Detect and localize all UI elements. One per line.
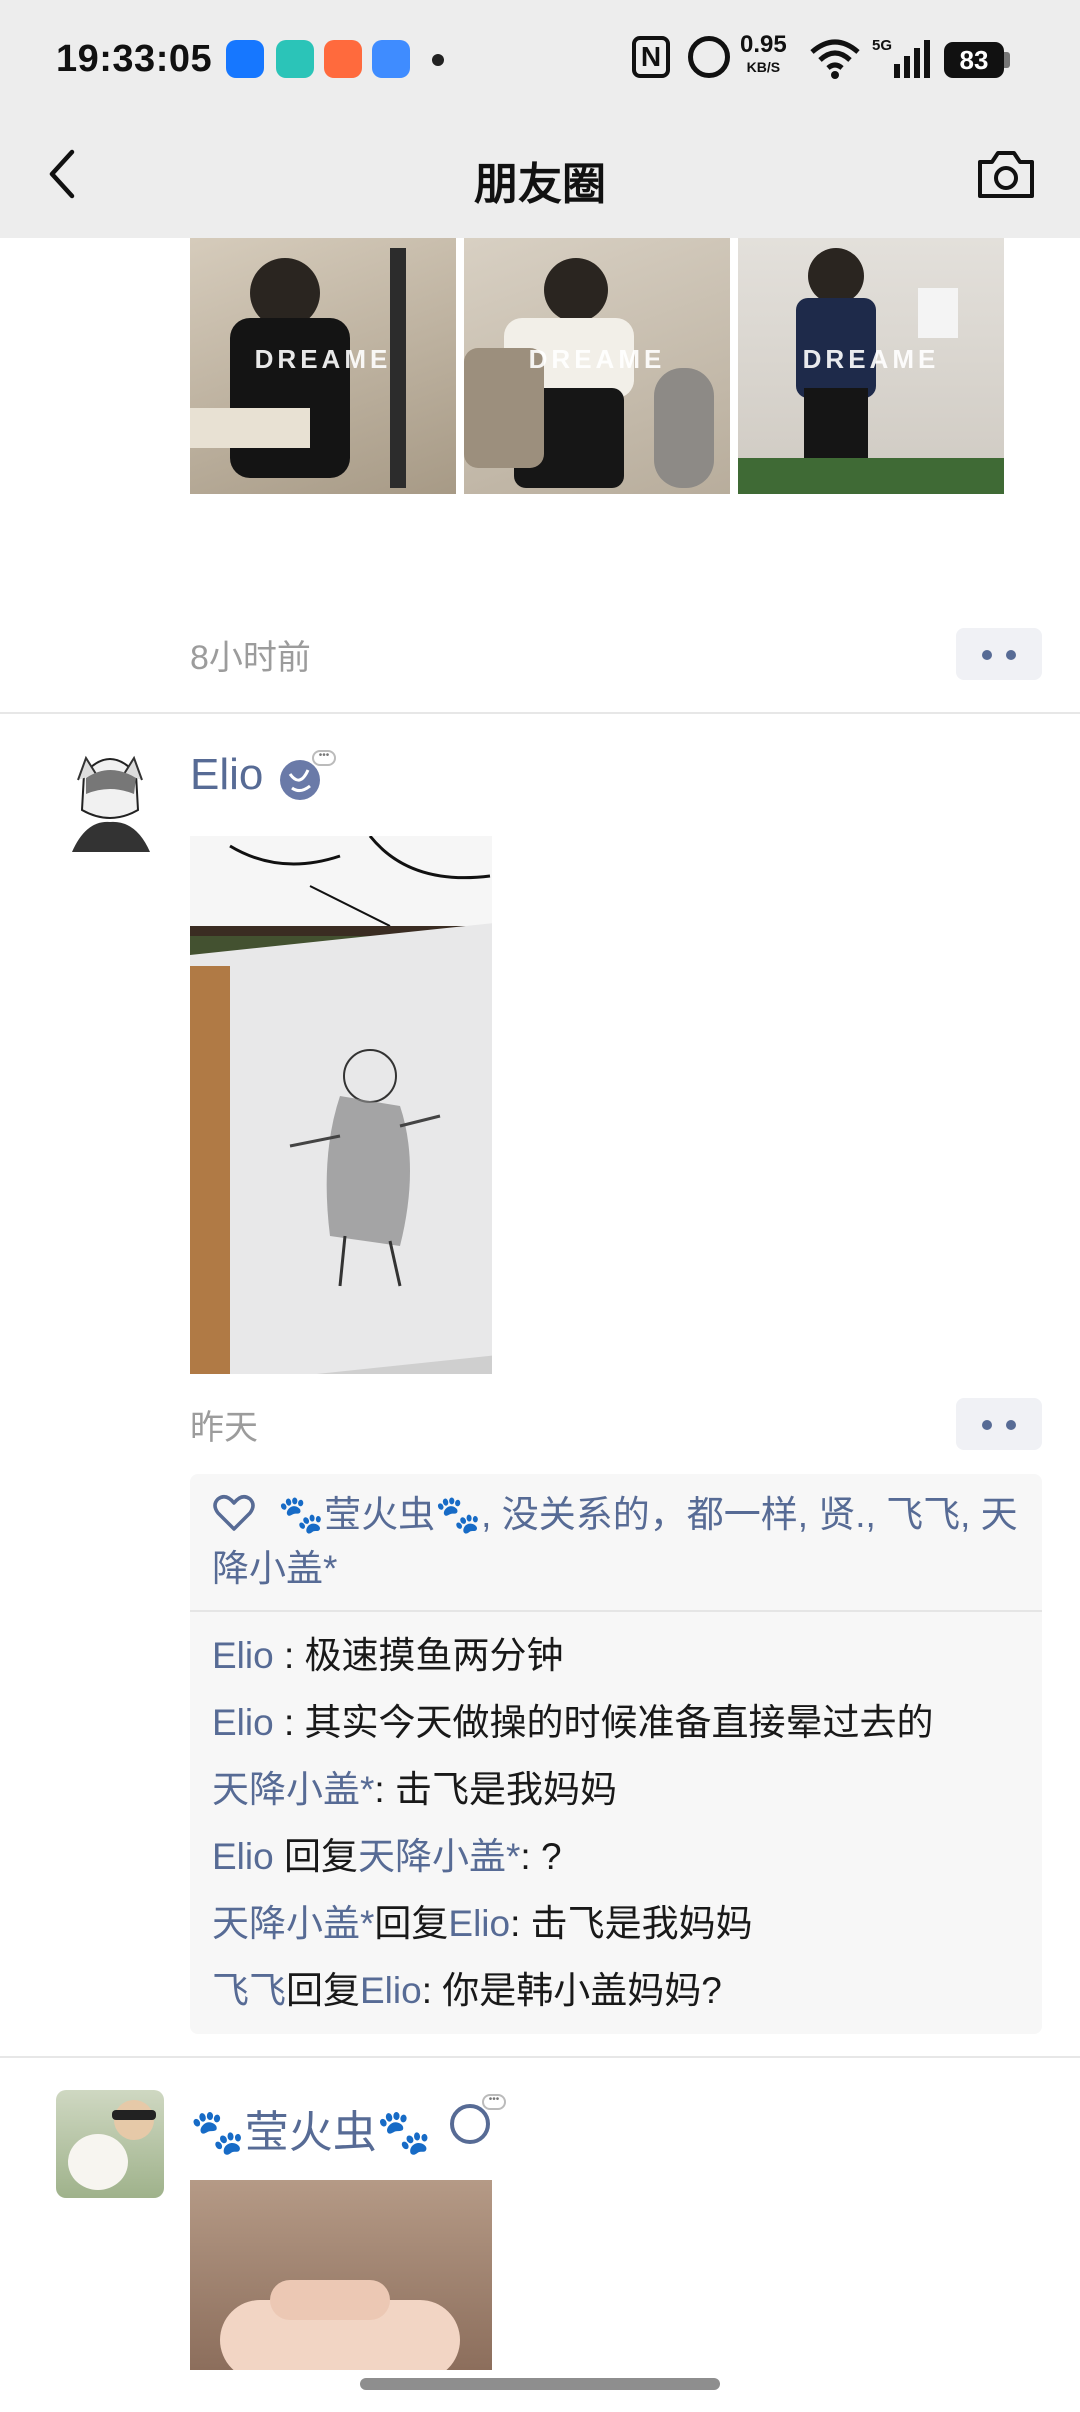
notification-dot <box>432 54 444 66</box>
post-image[interactable] <box>190 836 492 1374</box>
post-nickname[interactable]: Elio <box>190 750 263 800</box>
comment-item[interactable]: 飞飞回复Elio: 你是韩小盖妈妈? <box>212 1957 1020 2024</box>
comment-text: : ? <box>520 1836 562 1877</box>
comment-reply-target[interactable]: 天降小盖* <box>358 1836 520 1877</box>
network-speed-unit: KB/S <box>746 59 781 75</box>
comment-item[interactable]: 天降小盖*回复Elio: 击飞是我妈妈 <box>212 1890 1020 1957</box>
network-speed-value: 0.95 <box>740 31 787 58</box>
comment-reply-word: 回复 <box>374 1903 449 1944</box>
post-image[interactable] <box>190 2180 492 2370</box>
comment-reply-target[interactable]: Elio <box>448 1903 510 1944</box>
battery-icon: 83 <box>944 42 1004 78</box>
likes-row: 🐾莹火虫🐾, 没关系的，都一样, 贤., 飞飞, 天降小盖* <box>190 1474 1042 1612</box>
heart-icon <box>213 1495 255 1531</box>
app-icon-1 <box>226 40 264 78</box>
comment-list: Elio : 极速摸鱼两分钟 Elio : 其实今天做操的时候准备直接晕过去的 … <box>190 1612 1042 2034</box>
image-watermark: DREAME <box>802 344 940 374</box>
app-icon-2 <box>276 40 314 78</box>
comment-text: : 其实今天做操的时候准备直接晕过去的 <box>273 1702 934 1743</box>
post-image[interactable]: DREAME <box>464 228 730 494</box>
comment-text: : 你是韩小盖妈妈? <box>421 1970 722 2011</box>
more-dot <box>1006 650 1016 660</box>
comment-author[interactable]: Elio <box>212 1635 274 1676</box>
comment-item[interactable]: Elio 回复天降小盖*: ? <box>212 1823 1020 1890</box>
post-time: 8小时前 <box>190 639 311 677</box>
status-time: 19:33:05 <box>56 38 213 80</box>
camera-icon[interactable] <box>974 144 1038 204</box>
nav-bar: 朋友圈 <box>0 124 1080 238</box>
alarm-icon <box>688 36 730 78</box>
comment-text: : 击飞是我妈妈 <box>374 1769 617 1810</box>
signal-icon: 5G <box>872 37 930 78</box>
network-speed: 0.95 KB/S <box>740 31 787 78</box>
post-time: 昨天 <box>190 1409 258 1447</box>
avatar[interactable] <box>56 2090 164 2198</box>
more-dot <box>982 650 992 660</box>
user-status-bubble: ••• <box>312 750 336 766</box>
comment-author[interactable]: 天降小盖* <box>212 1903 374 1944</box>
comment-author[interactable]: 飞飞 <box>212 1970 286 2011</box>
page-title: 朋友圈 <box>474 160 606 209</box>
post-image[interactable]: DREAME <box>190 228 456 494</box>
post-more-button[interactable] <box>956 1398 1042 1450</box>
comment-author[interactable]: Elio <box>212 1836 274 1877</box>
comment-item[interactable]: 天降小盖*: 击飞是我妈妈 <box>212 1756 1020 1823</box>
image-watermark: DREAME <box>254 344 392 374</box>
post-more-button[interactable] <box>956 628 1042 680</box>
home-indicator[interactable] <box>360 2378 720 2390</box>
comment-author[interactable]: Elio <box>212 1702 274 1743</box>
comment-author[interactable]: 天降小盖* <box>212 1769 374 1810</box>
more-dot <box>1006 1420 1016 1430</box>
comment-reply-word: 回复 <box>273 1836 358 1877</box>
likes-comments-box: 🐾莹火虫🐾, 没关系的，都一样, 贤., 飞飞, 天降小盖* Elio : 极速… <box>190 1474 1042 2034</box>
comment-reply-target[interactable]: Elio <box>360 1970 422 2011</box>
comment-text: : 击飞是我妈妈 <box>510 1903 753 1944</box>
comment-item[interactable]: Elio : 其实今天做操的时候准备直接晕过去的 <box>212 1689 1020 1756</box>
avatar[interactable] <box>56 744 164 852</box>
app-icon-3 <box>324 40 362 78</box>
image-watermark: DREAME <box>528 344 666 374</box>
likes-names[interactable]: 🐾莹火虫🐾, 没关系的，都一样, 贤., 飞飞, 天降小盖* <box>212 1494 1018 1589</box>
nfc-icon: N <box>632 36 670 78</box>
app-icon-4 <box>372 40 410 78</box>
comment-text: : 极速摸鱼两分钟 <box>273 1635 564 1676</box>
battery-tip <box>1004 52 1010 68</box>
top-bar: 19:33:05 N 0.95 KB/S 5G 83 朋友圈 <box>0 0 1080 238</box>
wifi-icon <box>810 39 860 79</box>
post-divider <box>0 2056 1080 2058</box>
post-nickname[interactable]: 🐾莹火虫🐾 <box>190 2096 432 2160</box>
post-image[interactable]: DREAME <box>738 228 1004 494</box>
more-dot <box>982 1420 992 1430</box>
user-status-bubble: ••• <box>482 2094 506 2110</box>
comment-item[interactable]: Elio : 极速摸鱼两分钟 <box>212 1622 1020 1689</box>
status-bar: 19:33:05 N 0.95 KB/S 5G 83 <box>0 0 1080 124</box>
comment-reply-word: 回复 <box>286 1970 360 2011</box>
network-type-label: 5G <box>872 37 892 54</box>
post-divider <box>0 712 1080 714</box>
